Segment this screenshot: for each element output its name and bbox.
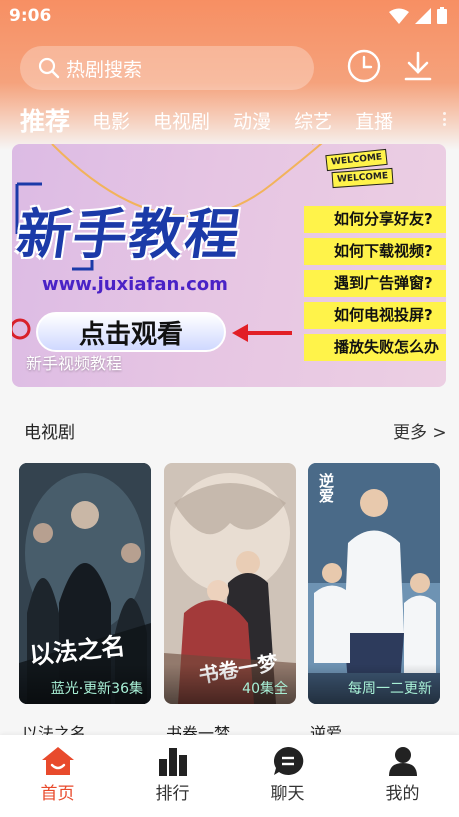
nav-label: 首页: [40, 784, 75, 804]
video-card[interactable]: 逆爱 每周一二更新: [308, 463, 440, 704]
watch-button[interactable]: 点击观看: [36, 312, 226, 352]
search-placeholder: 热剧搜索: [66, 58, 143, 81]
history-icon[interactable]: [346, 48, 382, 84]
category-tabs: 推荐 电影 电视剧 动漫 综艺 直播: [20, 100, 450, 140]
section-title: 电视剧: [24, 423, 75, 443]
poster-title: 逆爱: [317, 473, 335, 503]
search-input[interactable]: 热剧搜索: [20, 46, 314, 90]
tutorial-list: 如何分享好友? 如何下载视频? 遇到广告弹窗? 如何电视投屏? 播放失败怎么办: [304, 206, 446, 366]
tutorial-item: 如何下载视频?: [304, 238, 446, 265]
video-card[interactable]: 以法之名 蓝光·更新36集: [19, 463, 151, 704]
video-card[interactable]: 书卷一梦 40集全: [164, 463, 296, 704]
banner-caption: 新手视频教程: [26, 354, 123, 373]
more-tabs-icon[interactable]: [443, 112, 446, 126]
signal-icon: [415, 7, 431, 24]
tab-recommend[interactable]: 推荐: [20, 102, 70, 138]
nav-label: 排行: [155, 784, 190, 804]
tutorial-item: 如何电视投屏?: [304, 302, 446, 329]
nav-label: 我的: [385, 784, 420, 804]
more-link[interactable]: 更多 >: [393, 418, 447, 443]
banner-title: 新手教程: [12, 203, 246, 266]
episode-badge: 40集全: [242, 681, 288, 697]
tab-variety[interactable]: 综艺: [294, 107, 332, 134]
tutorial-item: 如何分享好友?: [304, 206, 446, 233]
download-icon[interactable]: [400, 48, 436, 84]
wifi-icon: [389, 8, 409, 24]
home-icon: [41, 747, 74, 775]
bottom-nav: 首页 排行 聊天 我的: [0, 735, 459, 817]
nav-chat[interactable]: 聊天: [230, 735, 345, 805]
tab-live[interactable]: 直播: [355, 107, 393, 134]
tab-tv-series[interactable]: 电视剧: [153, 107, 210, 134]
status-bar: 9:06: [0, 0, 459, 32]
arrow-left-icon: [232, 324, 292, 342]
ranking-icon: [158, 748, 187, 776]
nav-profile[interactable]: 我的: [345, 735, 459, 805]
tutorial-item: 播放失败怎么办: [304, 334, 446, 361]
nav-ranking[interactable]: 排行: [115, 735, 230, 805]
battery-icon: [437, 7, 447, 24]
episode-badge: 每周一二更新: [348, 681, 432, 697]
promo-banner[interactable]: WELCOME WELCOME 新手教程 www.juxiafan.com 点击…: [12, 144, 446, 387]
nav-label: 聊天: [270, 784, 305, 804]
nav-home[interactable]: 首页: [0, 735, 115, 805]
tutorial-item: 遇到广告弹窗?: [304, 270, 446, 297]
tab-movies[interactable]: 电影: [92, 107, 130, 134]
banner-url: www.juxiafan.com: [42, 274, 228, 295]
status-time: 9:06: [9, 6, 52, 26]
status-icons: [389, 7, 447, 24]
chat-icon: [273, 746, 303, 775]
episode-badge: 蓝光·更新36集: [50, 681, 143, 697]
tab-anime[interactable]: 动漫: [233, 107, 271, 134]
profile-icon: [388, 747, 417, 776]
search-icon: [38, 57, 60, 79]
